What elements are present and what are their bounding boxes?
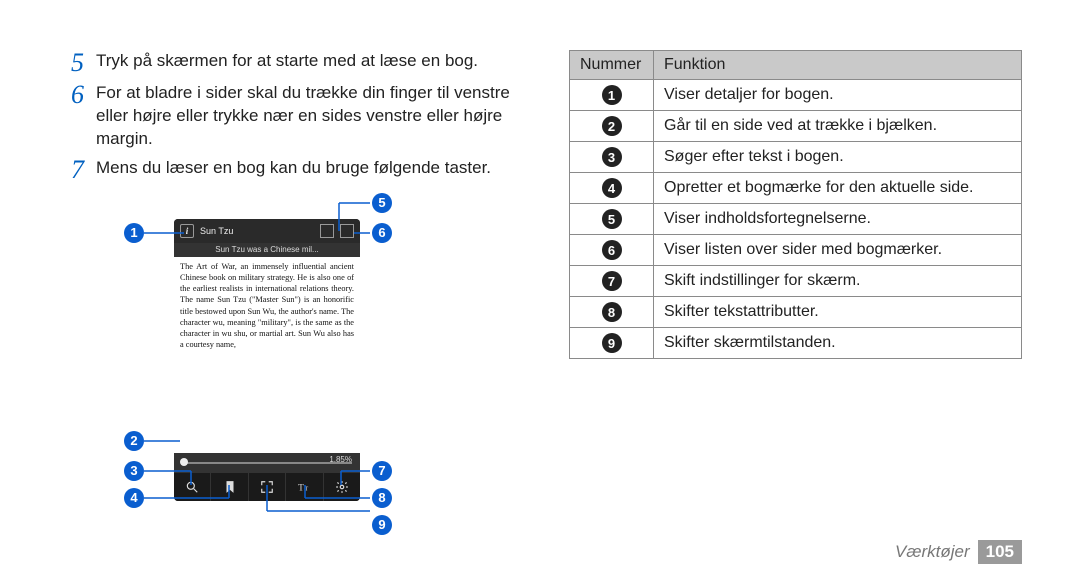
callout-7: 7 xyxy=(372,461,392,481)
phone-top-bar: i Sun Tzu xyxy=(174,219,360,243)
table-cell-num: 2 xyxy=(570,111,654,142)
table-row: 8 Skifter tekstattributter. xyxy=(570,297,1022,328)
step-number: 7 xyxy=(58,157,84,183)
callout-9: 9 xyxy=(372,515,392,535)
step-7: 7 Mens du læser en bog kan du bruge følg… xyxy=(58,157,513,183)
phone-title: Sun Tzu xyxy=(200,226,233,236)
table-cell-num: 6 xyxy=(570,235,654,266)
callout-3: 3 xyxy=(124,461,144,481)
table-cell-func: Skift indstillinger for skærm. xyxy=(654,266,1022,297)
step-5: 5 Tryk på skærmen for at starte med at l… xyxy=(58,50,513,76)
text-attr-icon: TT xyxy=(286,473,323,501)
number-badge: 7 xyxy=(602,271,622,291)
table-cell-func: Skifter skærmtilstanden. xyxy=(654,328,1022,359)
table-row: 1 Viser detaljer for bogen. xyxy=(570,80,1022,111)
bookmark-icon xyxy=(211,473,248,501)
number-badge: 9 xyxy=(602,333,622,353)
footer-page: 105 xyxy=(978,540,1022,564)
table-cell-num: 5 xyxy=(570,204,654,235)
table-row: 4 Opretter et bogmærke for den aktuelle s… xyxy=(570,173,1022,204)
table-cell-func: Søger efter tekst i bogen. xyxy=(654,142,1022,173)
page-columns: 5 Tryk på skærmen for at starte med at l… xyxy=(58,50,1022,515)
table-cell-num: 7 xyxy=(570,266,654,297)
table-cell-num: 3 xyxy=(570,142,654,173)
callout-8: 8 xyxy=(372,488,392,508)
table-cell-func: Opretter et bogmærke for den aktuelle si… xyxy=(654,173,1022,204)
number-badge: 3 xyxy=(602,147,622,167)
callout-1: 1 xyxy=(124,223,144,243)
function-table: Nummer Funktion 1 Viser detaljer for boge… xyxy=(569,50,1022,359)
table-row: 7 Skift indstillinger for skærm. xyxy=(570,266,1022,297)
step-text: Tryk på skærmen for at starte med at læs… xyxy=(96,50,513,76)
table-cell-func: Viser listen over sider med bogmærker. xyxy=(654,235,1022,266)
table-head-func: Funktion xyxy=(654,51,1022,80)
table-row: 2 Går til en side ved at trække i bjælken… xyxy=(570,111,1022,142)
svg-text:T: T xyxy=(305,486,309,492)
function-table-body: 1 Viser detaljer for bogen. 2 Går til en si… xyxy=(570,80,1022,359)
phone-bottom-bar: TT xyxy=(174,473,360,501)
phone-mockup: i Sun Tzu Sun Tzu was a Chinese mil... T… xyxy=(174,219,360,501)
phone-page-text: The Art of War, an immensely influential… xyxy=(174,257,360,453)
table-row: 9 Skifter skærmtilstanden. xyxy=(570,328,1022,359)
svg-text:T: T xyxy=(299,483,305,493)
phone-progress-label: 1.85% xyxy=(329,455,352,464)
bookmark-list-icon xyxy=(340,224,354,238)
table-cell-num: 9 xyxy=(570,328,654,359)
step-number: 5 xyxy=(58,50,84,76)
table-row: 5 Viser indholdsfortegnelserne. xyxy=(570,204,1022,235)
callout-5: 5 xyxy=(372,193,392,213)
search-icon xyxy=(174,473,211,501)
table-cell-func: Går til en side ved at trække i bjælken. xyxy=(654,111,1022,142)
number-badge: 4 xyxy=(602,178,622,198)
table-cell-func: Viser indholdsfortegnelserne. xyxy=(654,204,1022,235)
settings-icon xyxy=(324,473,360,501)
callout-6: 6 xyxy=(372,223,392,243)
number-badge: 6 xyxy=(602,240,622,260)
step-6: 6 For at bladre i sider skal du trække d… xyxy=(58,82,513,151)
table-cell-num: 8 xyxy=(570,297,654,328)
table-cell-num: 4 xyxy=(570,173,654,204)
number-badge: 5 xyxy=(602,209,622,229)
table-cell-func: Skifter tekstattributter. xyxy=(654,297,1022,328)
info-icon: i xyxy=(180,224,194,238)
footer-section: Værktøjer xyxy=(895,542,970,562)
table-cell-func: Viser detaljer for bogen. xyxy=(654,80,1022,111)
table-head-num: Nummer xyxy=(570,51,654,80)
step-number: 6 xyxy=(58,82,84,151)
phone-chapter-bar: Sun Tzu was a Chinese mil... xyxy=(174,243,360,257)
phone-progress-bar: 1.85% xyxy=(174,453,360,473)
left-column: 5 Tryk på skærmen for at starte med at l… xyxy=(58,50,513,515)
callout-2: 2 xyxy=(124,431,144,451)
table-cell-num: 1 xyxy=(570,80,654,111)
table-row: 3 Søger efter tekst i bogen. xyxy=(570,142,1022,173)
right-column: Nummer Funktion 1 Viser detaljer for boge… xyxy=(569,50,1022,515)
page-footer: Værktøjer 105 xyxy=(895,540,1022,564)
step-text: Mens du læser en bog kan du bruge følgen… xyxy=(96,157,513,183)
number-badge: 8 xyxy=(602,302,622,322)
phone-figure: i Sun Tzu Sun Tzu was a Chinese mil... T… xyxy=(58,195,498,515)
step-text: For at bladre i sider skal du trække din… xyxy=(96,82,513,151)
toc-icon xyxy=(320,224,334,238)
fullscreen-icon xyxy=(249,473,286,501)
number-badge: 1 xyxy=(602,85,622,105)
number-badge: 2 xyxy=(602,116,622,136)
table-row: 6 Viser listen over sider med bogmærker. xyxy=(570,235,1022,266)
callout-4: 4 xyxy=(124,488,144,508)
